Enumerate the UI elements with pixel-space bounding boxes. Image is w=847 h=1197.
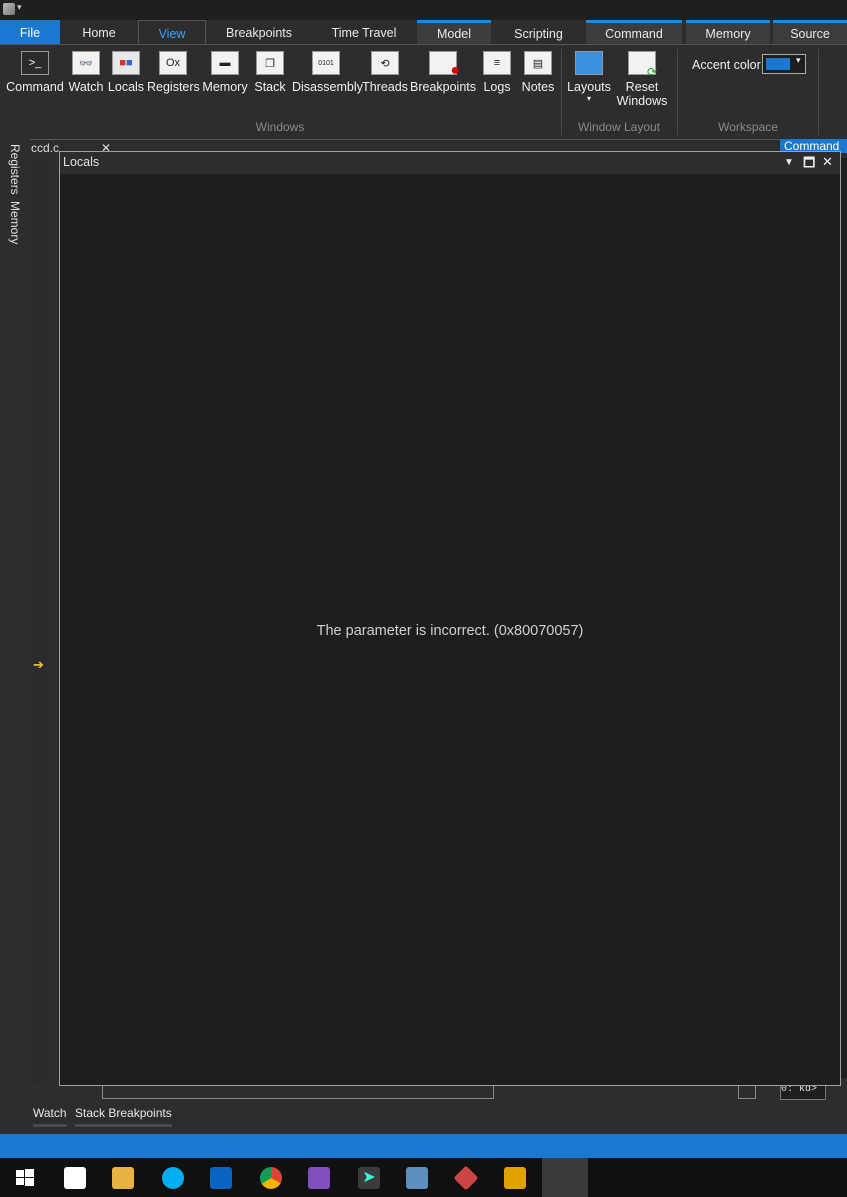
maximize-icon[interactable]: 🗖 <box>803 154 815 176</box>
notes-button[interactable]: ▤ Notes <box>518 51 558 94</box>
title-bar: ▾ <box>0 0 847 20</box>
disassembly-icon: 0101 <box>312 51 340 75</box>
command-button[interactable]: >_ Command <box>6 51 64 94</box>
bottom-tab-strip: Watch Stack Breakpoints <box>30 1100 847 1134</box>
tab-time-travel[interactable]: Time Travel <box>318 20 410 44</box>
command-prompt-icon: >_ <box>21 51 49 75</box>
memory-button[interactable]: ▬ Memory <box>201 51 249 94</box>
visual-studio-icon[interactable] <box>308 1167 330 1189</box>
reset-windows-label-1: Reset <box>625 80 659 94</box>
windbg-icon[interactable]: ➤ <box>358 1167 380 1189</box>
breakpoint-icon: ● <box>429 51 460 79</box>
accent-color-swatch <box>766 58 790 70</box>
breakpoints-button-label: Breakpoints <box>410 80 477 94</box>
side-tab-registers[interactable]: Registers <box>8 144 22 195</box>
watch-button[interactable]: 👓 Watch <box>67 51 105 94</box>
error-message: The parameter is incorrect. (0x80070057) <box>316 623 584 639</box>
left-dock-strip: Registers Memory <box>0 139 30 1134</box>
source-file-tab-label: ccd.c <box>31 141 60 155</box>
tab-source[interactable]: Source <box>773 20 847 44</box>
registers-button-label: Registers <box>147 80 200 94</box>
windows-start-icon[interactable] <box>14 1167 36 1189</box>
chevron-down-icon: ▾ <box>796 55 801 65</box>
tab-view[interactable]: View <box>138 20 206 44</box>
locals-window-header[interactable]: Locals ▼ 🗖 ✕ <box>60 152 840 174</box>
ribbon-panel: >_ Command 👓 Watch ■ ■ Locals Ox Register… <box>0 44 847 140</box>
close-icon[interactable]: ✕ <box>822 154 833 170</box>
utility-icon[interactable] <box>504 1167 526 1189</box>
command-window-edge <box>840 158 847 1078</box>
accent-color-picker[interactable]: ▾ <box>762 54 806 74</box>
tab-stack-breakpoints[interactable]: Stack Breakpoints <box>75 1106 172 1127</box>
threads-button[interactable]: ⟲ Threads <box>362 51 408 94</box>
disassembly-button-label: Disassembly <box>292 80 363 94</box>
group-separator <box>818 49 819 135</box>
accent-color-label: Accent color <box>692 58 761 72</box>
locals-window: Locals ▼ 🗖 ✕ The parameter is incorrect.… <box>59 151 841 1086</box>
chrome-icon[interactable] <box>260 1167 282 1189</box>
locals-button[interactable]: ■ ■ Locals <box>107 51 145 94</box>
file-explorer-icon[interactable] <box>112 1167 134 1189</box>
quick-access-dropdown-icon[interactable]: ▾ <box>17 2 22 13</box>
editor-gutter <box>31 158 46 1083</box>
registers-button[interactable]: Ox Registers <box>147 51 200 94</box>
side-tab-memory[interactable]: Memory <box>8 201 22 244</box>
horizontal-scrollbar[interactable] <box>102 1085 494 1099</box>
active-app-icon[interactable] <box>542 1158 588 1197</box>
status-bar <box>0 1134 847 1158</box>
command-button-label: Command <box>6 80 64 94</box>
tab-file[interactable]: File <box>0 20 60 44</box>
watch-icon: 👓 <box>72 51 100 75</box>
watch-button-label: Watch <box>68 80 104 94</box>
group-label-windows: Windows <box>255 120 305 134</box>
remote-desktop-icon[interactable] <box>406 1167 428 1189</box>
current-instruction-arrow-icon: ➔ <box>33 657 44 672</box>
tab-home[interactable]: Home <box>66 20 132 44</box>
tab-watch[interactable]: Watch <box>33 1106 67 1127</box>
reset-windows-label-2: Windows <box>616 94 668 108</box>
layouts-dropdown-icon: ▾ <box>586 94 591 103</box>
layouts-icon <box>575 51 603 75</box>
sticky-notes-icon[interactable] <box>64 1167 86 1189</box>
threads-icon: ⟲ <box>371 51 399 75</box>
outlook-icon[interactable] <box>210 1167 232 1189</box>
layouts-button-label: Layouts <box>567 80 611 94</box>
group-label-workspace: Workspace <box>718 120 778 134</box>
layouts-button[interactable]: Layouts ▾ <box>566 51 612 103</box>
stack-icon: ❐ <box>256 51 284 75</box>
disassembly-button[interactable]: 0101 Disassembly <box>292 51 363 94</box>
reset-windows-button[interactable]: ⟳ Reset Windows <box>614 51 670 108</box>
group-label-window-layout: Window Layout <box>577 120 661 134</box>
locals-window-title: Locals <box>63 155 100 169</box>
threads-button-label: Threads <box>362 80 408 94</box>
tab-command[interactable]: Command <box>586 20 682 44</box>
taskbar: ➤ <box>0 1158 847 1197</box>
tab-memory[interactable]: Memory <box>686 20 770 44</box>
memory-button-label: Memory <box>202 80 248 94</box>
locals-icon: ■ ■ <box>112 51 140 75</box>
locals-button-label: Locals <box>107 80 145 94</box>
memory-chip-icon: ▬ <box>211 51 239 75</box>
notes-icon: ▤ <box>524 51 552 75</box>
notes-button-label: Notes <box>521 80 555 94</box>
tab-breakpoints[interactable]: Breakpoints <box>212 20 306 44</box>
reset-windows-icon: ⟳ <box>628 51 657 79</box>
breakpoints-button[interactable]: ● Breakpoints <box>410 51 476 94</box>
scroll-right-button[interactable] <box>738 1085 756 1099</box>
registers-icon: Ox <box>159 51 187 75</box>
tool-icon[interactable] <box>453 1165 479 1191</box>
tab-scripting[interactable]: Scripting <box>491 20 586 44</box>
window-menu-dropdown-icon[interactable]: ▼ <box>784 157 794 168</box>
tab-model[interactable]: Model <box>417 20 491 44</box>
stack-button[interactable]: ❐ Stack <box>252 51 288 94</box>
logs-button[interactable]: ≡ Logs <box>481 51 513 94</box>
skype-icon[interactable] <box>162 1167 184 1189</box>
app-icon[interactable] <box>3 3 15 15</box>
stack-button-label: Stack <box>254 80 286 94</box>
logs-button-label: Logs <box>483 80 511 94</box>
ribbon-tab-row: File Home View Breakpoints Time Travel M… <box>0 20 847 44</box>
logs-icon: ≡ <box>483 51 511 75</box>
